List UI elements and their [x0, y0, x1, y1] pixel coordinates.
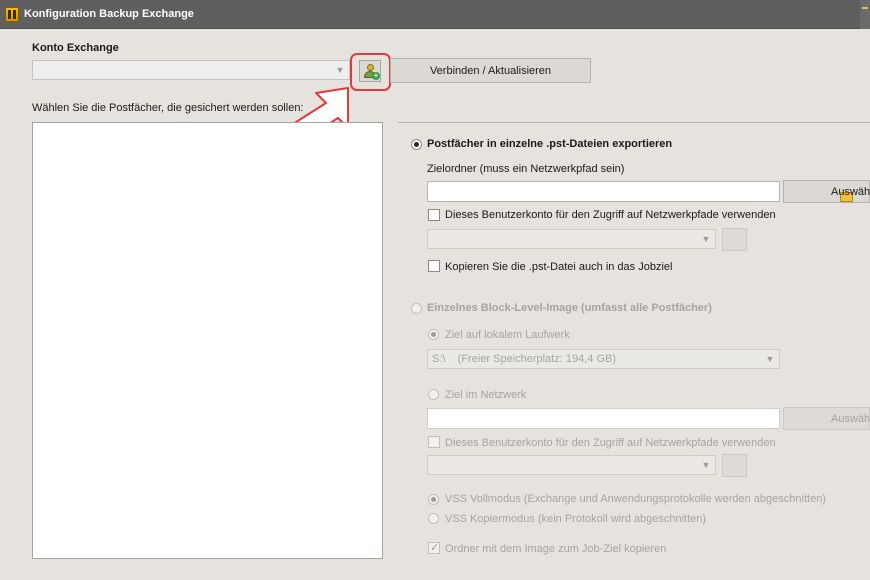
copy-pst-checkbox[interactable]	[428, 260, 440, 272]
add-user-button[interactable]: +	[359, 60, 381, 82]
chevron-down-icon: ▼	[335, 65, 345, 75]
pst-account-combo[interactable]: ▼	[427, 229, 716, 249]
chevron-down-icon: ▼	[765, 354, 775, 364]
image-account-combo[interactable]: ▼	[427, 455, 716, 475]
vss-copy-label: VSS Kopiermodus (kein Protokoll wird abg…	[445, 513, 707, 525]
browse-folder-button[interactable]: Auswäh	[783, 180, 870, 203]
vss-full-radio[interactable]	[428, 494, 439, 505]
vss-copy-radio[interactable]	[428, 513, 439, 524]
image-use-account-label: Dieses Benutzerkonto für den Zugriff auf…	[445, 437, 776, 449]
account-combo[interactable]: ▼	[32, 60, 350, 80]
network-target-label: Ziel im Netzwerk	[445, 389, 527, 401]
copy-folder-checkbox[interactable]	[428, 541, 440, 554]
pst-account-button[interactable]	[722, 228, 747, 251]
section-separator	[398, 122, 870, 123]
local-target-radio[interactable]	[428, 329, 439, 340]
drive-select-value: S:\ (Freier Speicherplatz: 194,4 GB)	[432, 353, 617, 365]
chevron-down-icon: ▼	[701, 460, 711, 470]
window-title: Konfiguration Backup Exchange	[24, 8, 194, 20]
title-bar: Konfiguration Backup Exchange	[0, 0, 870, 29]
vss-full-label: VSS Vollmodus (Exchange und Anwendungspr…	[445, 493, 826, 505]
network-target-radio[interactable]	[428, 389, 439, 400]
block-image-label: Einzelnes Block-Level-Image (umfasst all…	[427, 302, 712, 314]
drive-select[interactable]: S:\ (Freier Speicherplatz: 194,4 GB) ▼	[427, 349, 780, 369]
chevron-down-icon: ▼	[701, 234, 711, 244]
local-target-label: Ziel auf lokalem Laufwerk	[445, 329, 570, 341]
window-controls[interactable]	[860, 0, 870, 29]
block-image-radio[interactable]	[411, 303, 422, 314]
pst-export-radio[interactable]	[411, 139, 422, 150]
add-user-icon	[367, 64, 374, 71]
connect-refresh-button[interactable]: Verbinden / Aktualisieren	[390, 58, 591, 83]
mailbox-list[interactable]	[32, 122, 383, 559]
target-folder-input[interactable]	[427, 181, 780, 202]
pst-use-account-label: Dieses Benutzerkonto für den Zugriff auf…	[445, 209, 776, 221]
target-folder-label: Zielordner (muss ein Netzwerkpfad sein)	[427, 163, 625, 175]
network-path-input[interactable]	[427, 408, 780, 429]
image-use-account-checkbox[interactable]	[428, 436, 440, 448]
pst-export-label: Postfächer in einzelne .pst-Dateien expo…	[427, 138, 673, 150]
copy-pst-label: Kopieren Sie die .pst-Datei auch in das …	[445, 261, 673, 273]
copy-folder-label: Ordner mit dem Image zum Job-Ziel kopier…	[445, 543, 667, 555]
plus-icon: +	[372, 71, 380, 80]
pst-use-account-checkbox[interactable]	[428, 209, 440, 221]
account-heading: Konto Exchange	[32, 42, 119, 54]
image-account-button[interactable]	[722, 454, 747, 477]
app-logo-icon	[5, 7, 19, 22]
browse-network-button[interactable]: Auswäh	[783, 407, 870, 430]
mailbox-list-label: Wählen Sie die Postfächer, die gesichert…	[32, 102, 304, 114]
